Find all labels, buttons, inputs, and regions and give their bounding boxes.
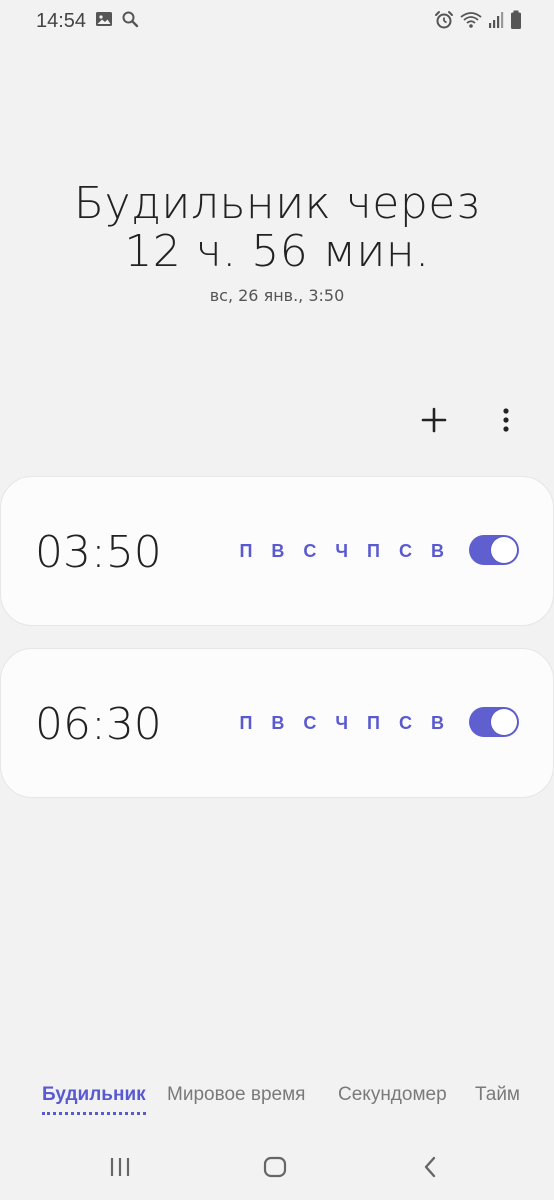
status-left-icons xyxy=(95,10,139,28)
alarm-toggle[interactable] xyxy=(469,707,519,737)
recents-button[interactable] xyxy=(100,1154,140,1184)
navigation-bar xyxy=(0,1136,554,1200)
more-vertical-icon xyxy=(502,407,510,438)
alarm-time: 03:50 xyxy=(35,527,162,578)
home-button[interactable] xyxy=(255,1154,295,1184)
wifi-icon xyxy=(460,11,482,29)
home-icon xyxy=(262,1155,288,1184)
alarm-icon xyxy=(434,10,454,30)
more-options-button[interactable] xyxy=(486,402,526,442)
plus-icon xyxy=(420,406,448,439)
alarm-time: 06:30 xyxy=(35,699,162,750)
alarm-countdown: Будильник через 12 ч. 56 мин. вс, 26 янв… xyxy=(0,178,554,306)
alarm-card[interactable]: 06:30 П В С Ч П С В xyxy=(0,648,554,798)
alarm-repeat-days: П В С Ч П С В xyxy=(239,713,451,733)
tab-world-clock[interactable]: Мировое время xyxy=(167,1084,305,1106)
alarm-card[interactable]: 03:50 П В С Ч П С В xyxy=(0,476,554,626)
next-alarm-date: вс, 26 янв., 3:50 xyxy=(209,286,345,305)
tab-stopwatch[interactable]: Секундомер xyxy=(338,1084,447,1106)
status-time: 14:54 xyxy=(36,10,87,32)
alarm-list: 03:50 П В С Ч П С В 06:30 П В С Ч П С В xyxy=(0,476,554,820)
tab-bar: Будильник Мировое время Секундомер Тайм xyxy=(0,1078,554,1118)
battery-icon xyxy=(510,10,522,30)
toolbar xyxy=(414,402,526,442)
alarm-repeat-days: П В С Ч П С В xyxy=(239,541,451,561)
back-icon xyxy=(422,1155,438,1184)
status-right-icons xyxy=(434,10,522,30)
image-icon xyxy=(95,10,113,28)
toggle-knob xyxy=(491,709,517,735)
search-icon xyxy=(121,10,139,28)
recents-icon xyxy=(108,1156,132,1183)
status-bar: 14:54 xyxy=(0,0,554,42)
signal-icon xyxy=(488,11,504,29)
tab-alarm[interactable]: Будильник xyxy=(42,1084,146,1115)
active-tab-indicator xyxy=(42,1112,146,1115)
countdown-title-line2: 12 ч. 56 мин. xyxy=(124,226,430,277)
tab-timer[interactable]: Тайм xyxy=(475,1084,520,1106)
toggle-knob xyxy=(491,537,517,563)
alarm-toggle[interactable] xyxy=(469,535,519,565)
countdown-title-line1: Будильник через xyxy=(73,178,481,229)
add-alarm-button[interactable] xyxy=(414,402,454,442)
tab-alarm-label: Будильник xyxy=(42,1084,146,1105)
back-button[interactable] xyxy=(410,1154,450,1184)
